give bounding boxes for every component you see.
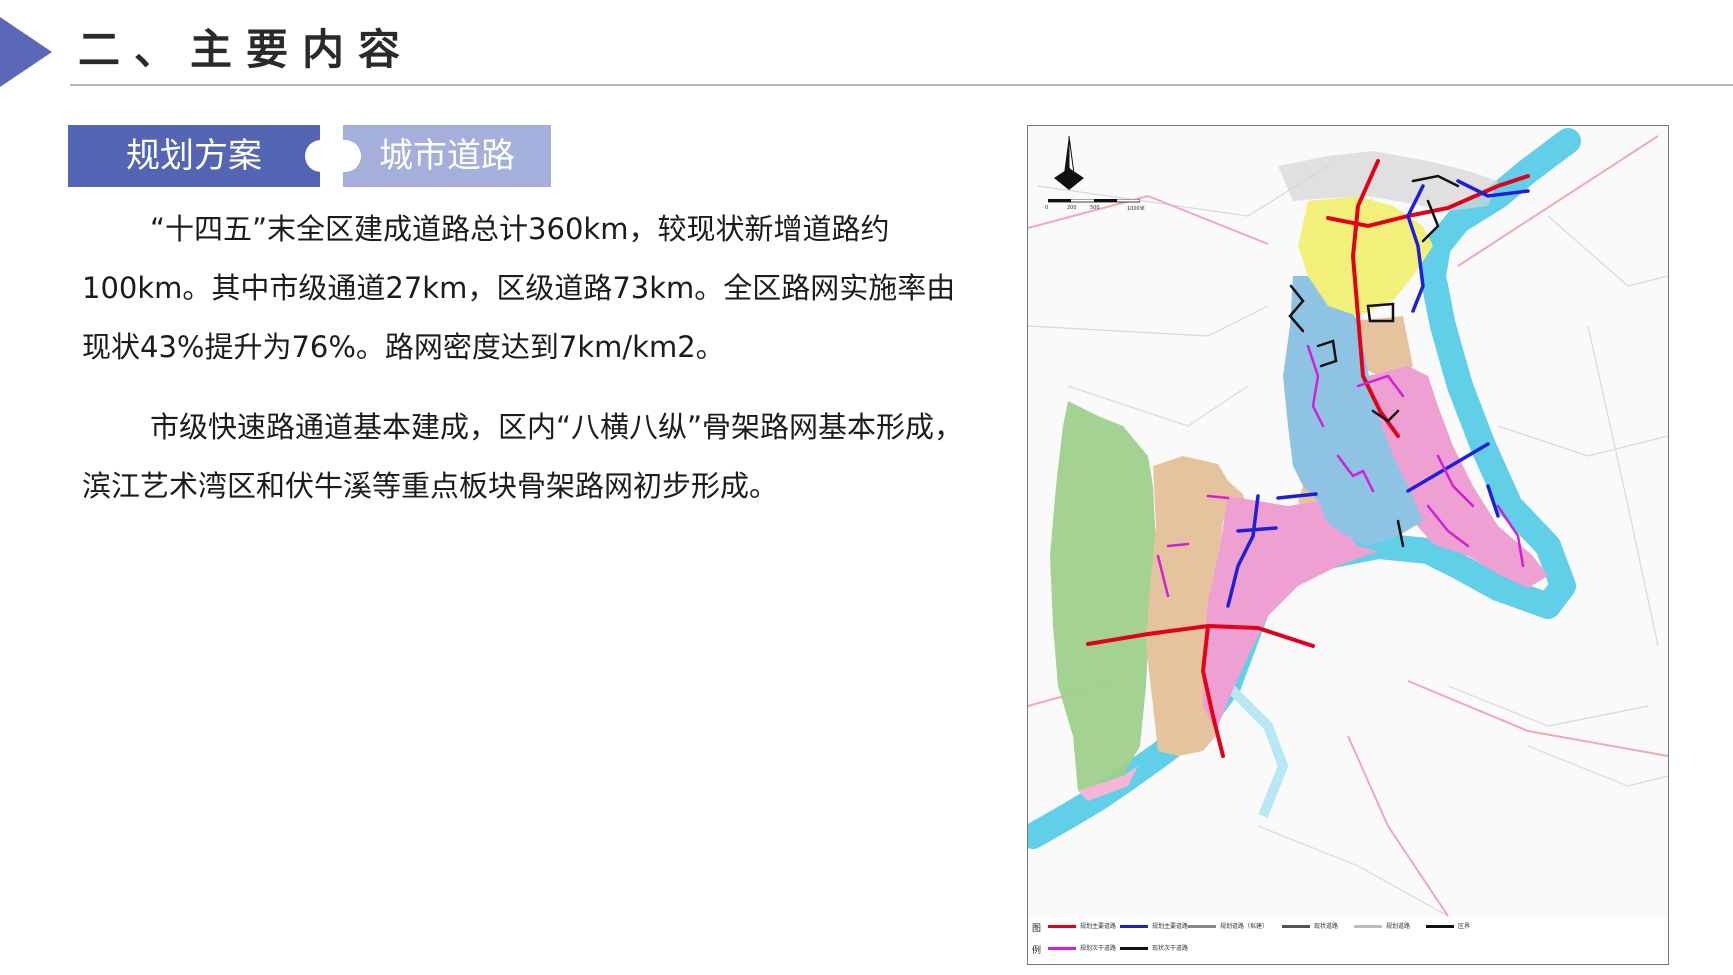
legend-swatch xyxy=(1048,947,1076,950)
title-divider xyxy=(70,84,1733,86)
scale-label: 500 xyxy=(1090,205,1100,211)
chevron-arrow-icon xyxy=(0,17,52,87)
scale-label: 0 xyxy=(1045,205,1049,211)
legend-swatch xyxy=(1426,925,1454,928)
legend-label: 现状道路 xyxy=(1314,923,1339,930)
tab-connector xyxy=(305,140,361,172)
legend-item: 规划道路（拟建） xyxy=(1188,921,1272,933)
legend-swatch xyxy=(1354,925,1382,928)
map-legend: 图 例 规划主要道路 规划主要道路 规划道路（拟建） 现状道路 规划道路 区界 xyxy=(1028,917,1668,964)
scale-label: 200 xyxy=(1067,205,1077,211)
legend-swatch xyxy=(1188,925,1216,928)
legend-label: 区界 xyxy=(1458,923,1471,930)
legend-swatch xyxy=(1282,925,1310,928)
north-arrow-icon xyxy=(1054,135,1084,190)
legend-swatch xyxy=(1120,947,1148,950)
tab-road[interactable]: 城市道路 xyxy=(343,125,551,187)
scale-labels: 0 200 500 1000米 xyxy=(1045,205,1155,215)
scale-label: 1000米 xyxy=(1127,206,1145,212)
legend-label: 规划道路（拟建） xyxy=(1220,923,1269,930)
legend-item: 规划主要道路 xyxy=(1048,921,1116,933)
legend-label: 现状次干道路 xyxy=(1152,945,1189,952)
legend-head-bottom: 例 xyxy=(1032,946,1042,956)
map-drawing xyxy=(1028,128,1668,917)
paragraph-road-stats: “十四五”末全区建成道路总计360km，较现状新增道路约100km。其中市级通道… xyxy=(82,212,956,364)
legend-label: 规划主要道路 xyxy=(1080,923,1117,930)
road-plan-map: 0 200 500 1000米 图 例 规划主要道路 规划主要道路 规划道路（拟… xyxy=(1027,125,1669,965)
legend-item: 现状道路 xyxy=(1282,921,1346,933)
legend-item: 规划次干道路 xyxy=(1048,943,1116,955)
legend-label: 规划次干道路 xyxy=(1080,945,1117,952)
legend-item: 规划道路 xyxy=(1354,921,1418,933)
legend-label: 规划主要道路 xyxy=(1152,923,1189,930)
zone-green xyxy=(1050,401,1156,791)
tab-plan[interactable]: 规划方案 xyxy=(68,125,320,187)
legend-item: 规划主要道路 xyxy=(1120,921,1188,933)
legend-swatch xyxy=(1120,925,1148,928)
legend-item: 现状次干道路 xyxy=(1120,943,1188,955)
legend-item: 区界 xyxy=(1426,921,1486,933)
legend-head-top: 图 xyxy=(1032,924,1042,934)
legend-swatch xyxy=(1048,925,1076,928)
legend-label: 规划道路 xyxy=(1386,923,1411,930)
page-title: 二、主要内容 xyxy=(78,25,415,74)
river-branch xyxy=(1224,682,1289,818)
paragraph-network: 市级快速路通道基本建成，区内“八横八纵”骨架路网基本形成，滨江艺术湾区和伏牛溪等… xyxy=(82,410,964,503)
